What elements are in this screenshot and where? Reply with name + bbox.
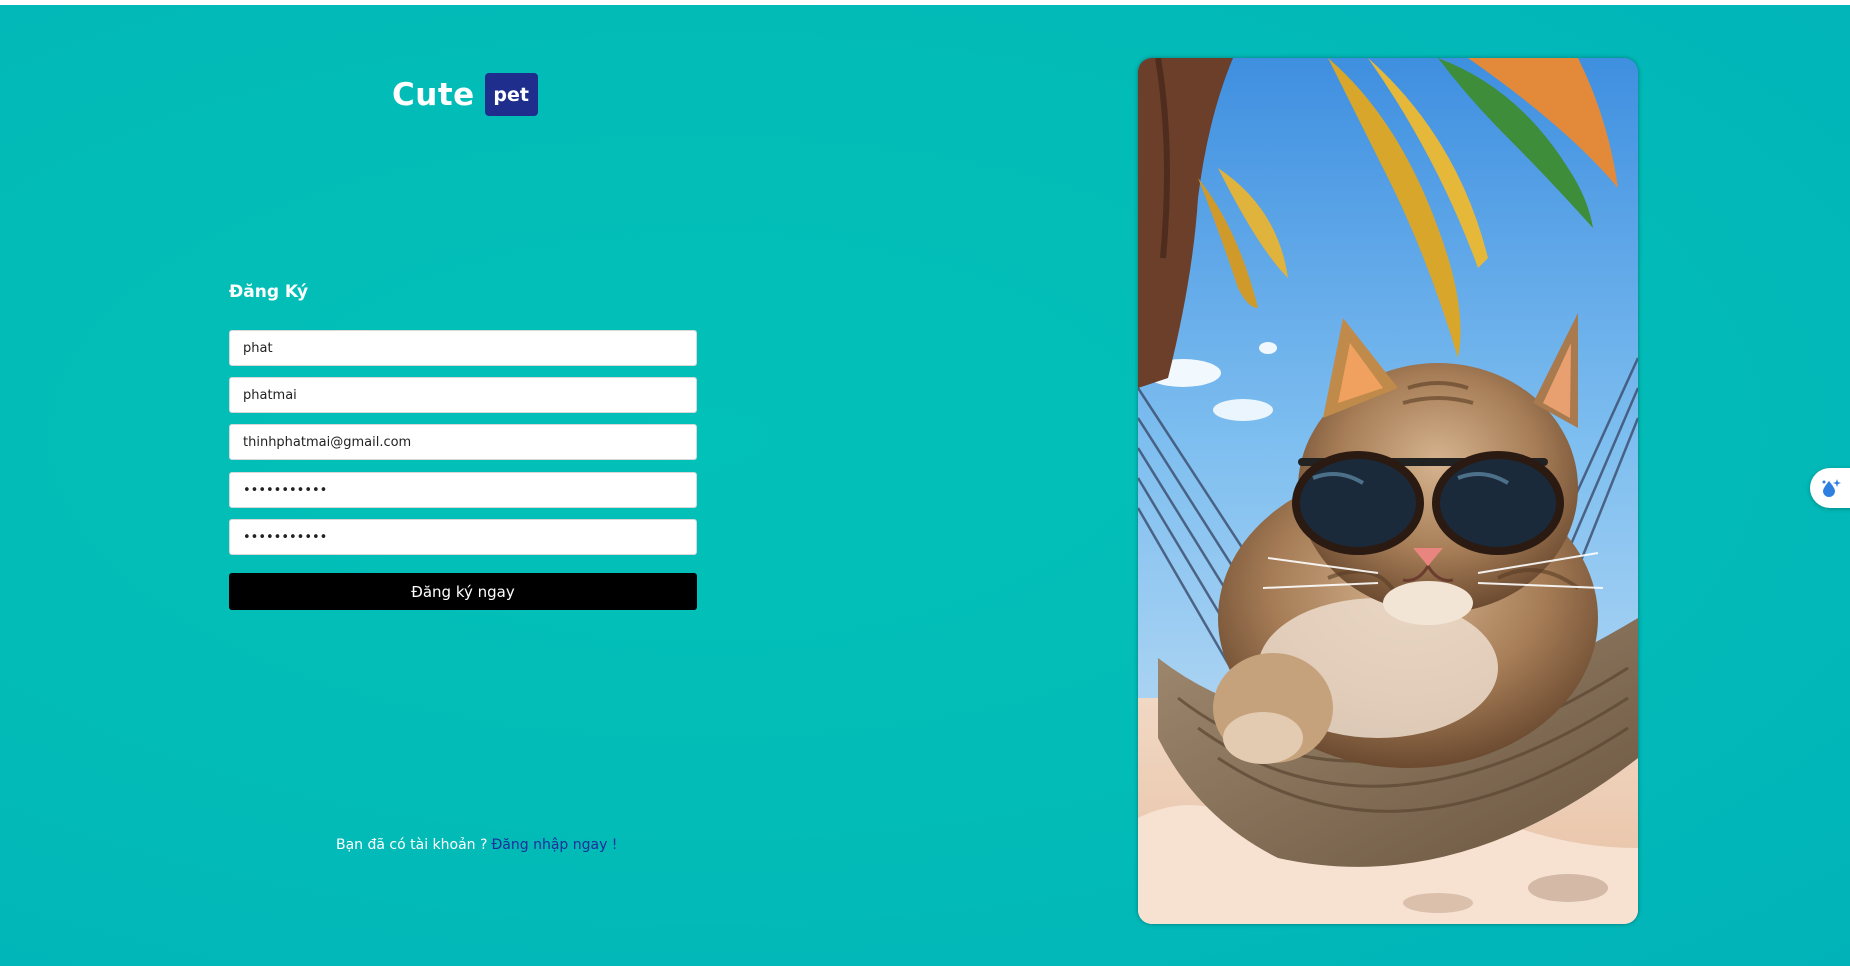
brand-name: Cute: [392, 76, 475, 113]
register-page: Cute pet Đăng Ký Đăng ký ngay Bạn đã có …: [0, 5, 1850, 966]
login-link[interactable]: Đăng nhập ngay !: [491, 837, 617, 853]
brand-logo[interactable]: Cute pet: [392, 73, 538, 116]
brand-badge: pet: [484, 73, 538, 116]
hero-image: [1138, 58, 1638, 924]
password-field[interactable]: [229, 472, 697, 508]
login-question: Bạn đã có tài khoản ?: [336, 837, 488, 853]
cat-hammock-illustration: [1138, 58, 1638, 924]
confirm-password-field[interactable]: [229, 519, 697, 555]
username-field[interactable]: [229, 377, 697, 413]
form-title: Đăng Ký: [229, 282, 309, 302]
extension-widget[interactable]: [1810, 468, 1850, 508]
login-prompt: Bạn đã có tài khoản ? Đăng nhập ngay !: [336, 837, 617, 853]
name-field[interactable]: [229, 330, 697, 366]
register-button[interactable]: Đăng ký ngay: [229, 573, 697, 610]
email-field[interactable]: [229, 424, 697, 460]
sparkle-drop-icon: [1822, 479, 1841, 497]
